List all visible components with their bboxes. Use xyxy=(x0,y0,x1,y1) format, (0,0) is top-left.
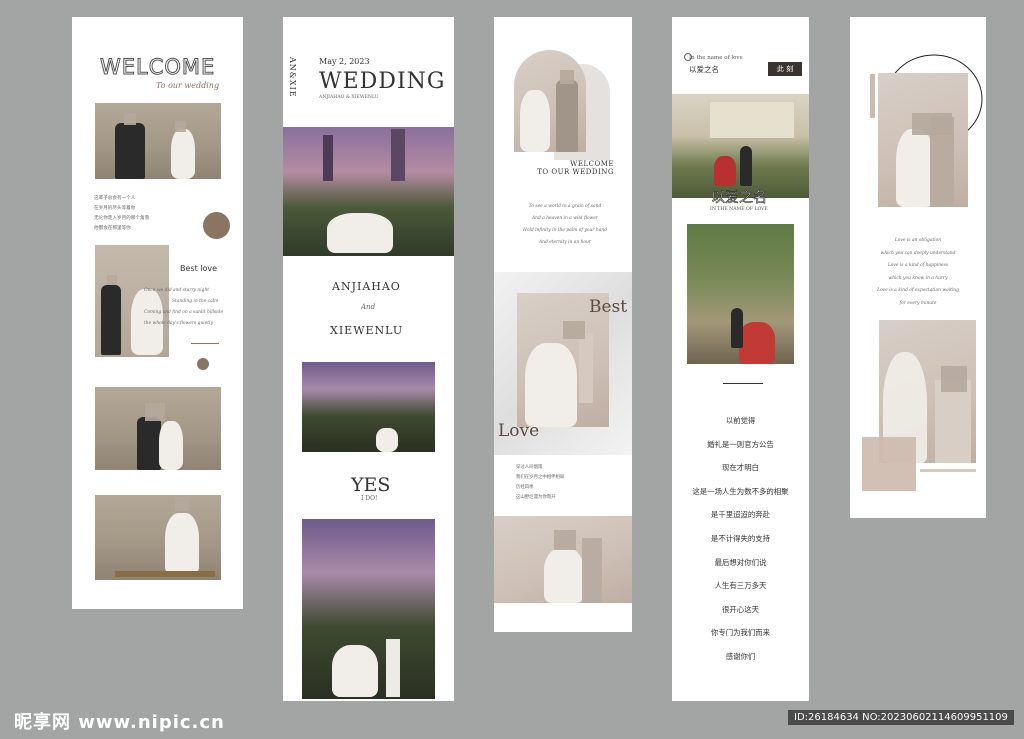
id-badge: ID:26184634 NO:20230602114609951109 xyxy=(788,710,1014,725)
photo-couple-bottom xyxy=(494,516,632,603)
poem-line: And eternity in an hour xyxy=(538,240,591,245)
panel-best-love: WELCOME TO OUR WEDDING To see a world in… xyxy=(494,17,632,632)
photo-bride-back xyxy=(95,495,221,580)
message-line: 婚礼是一则官方公告 xyxy=(707,439,774,449)
and-label: And xyxy=(361,303,376,311)
cn-text-block: 穿过人间烟雨 我们在岁月之中相伴相知 历经四季 这山野烂漫为你而开 xyxy=(516,463,564,503)
poem-line: which you know in a hurry xyxy=(888,275,948,281)
in-the-name-label: In the name of love xyxy=(689,55,743,61)
divider xyxy=(191,343,219,344)
stamp-label: 此 刻 xyxy=(768,62,802,76)
decor-circle-small xyxy=(197,358,209,370)
poem-line: for every minute xyxy=(899,300,937,306)
cn-line: 穿过人间烟雨 xyxy=(516,465,543,470)
best-love-label: Best love xyxy=(180,264,218,273)
poem-line: which you can deeply understand xyxy=(880,250,956,256)
ido-label: I DO! xyxy=(361,495,378,502)
cn-line: 我们在岁月之中相伴相知 xyxy=(516,475,565,480)
best-word: Best xyxy=(589,297,628,317)
message-block: 以前觉得 婚礼是一则官方公告 现在才明白 这是一场人生为数不多的相聚 是千里迢迢… xyxy=(672,409,809,669)
photo-couple-1 xyxy=(95,103,221,179)
photo-castle-2 xyxy=(302,362,435,452)
message-line: 以前觉得 xyxy=(725,416,756,425)
poem-line: Love is an obligation xyxy=(894,238,942,243)
poem-line: Love is a kind of happiness xyxy=(887,263,949,268)
message-line: 你专门为我们而来 xyxy=(710,628,771,638)
panel-welcome: WELCOME To our wedding 这辈子总会有一个人 在岁月的尽头等… xyxy=(72,17,243,609)
cn-line: 这山野烂漫为你而开 xyxy=(516,495,556,500)
poem-line: To see a world in a grain of sand xyxy=(528,204,602,209)
photo-bouquet xyxy=(878,73,968,207)
welcome-line: WELCOME xyxy=(570,160,614,168)
message-line: 很开心这天 xyxy=(722,604,759,614)
poem-line: And a heaven in a wild flower xyxy=(531,216,598,221)
welcome-title: WELCOME xyxy=(99,55,216,80)
poem-block: Once we did and starry night Standing in… xyxy=(144,285,223,329)
message-line: 现在才明白 xyxy=(722,463,759,473)
decor-circle-large xyxy=(203,212,230,239)
poem-line: the whole day's flowers quietly xyxy=(144,321,213,326)
cn-name-small: 以爱之名 xyxy=(689,65,719,74)
message-line: 感谢你们 xyxy=(725,651,756,661)
yes-title: YES xyxy=(351,474,391,496)
cn-line: 在岁月的尽头等着你 xyxy=(94,206,136,211)
welcome-line: TO OUR WEDDING xyxy=(537,168,614,176)
poem-block: To see a world in a grain of sand And a … xyxy=(522,201,608,249)
name-one: ANJIAHAO xyxy=(332,280,401,293)
cn-text-block: 这辈子总会有一个人 在岁月的尽头等着你 无论你走入岁月的哪个角落 他都会在那里等… xyxy=(94,194,149,234)
photo-arch xyxy=(514,50,586,152)
wedding-title: WEDDING xyxy=(319,69,446,94)
names-small: ANJIAHAO & XIEWENLU xyxy=(319,95,379,100)
message-line: 是不计得失的支持 xyxy=(710,533,771,543)
photo-castle-3 xyxy=(302,519,435,699)
divider xyxy=(723,383,763,384)
wedding-date: May 2, 2023 xyxy=(319,57,370,66)
cn-line: 这辈子总会有一个人 xyxy=(94,196,136,201)
poem-line: Hold infinity in the palm of your hand xyxy=(523,228,607,233)
poem-block: Love is an obligation which you can deep… xyxy=(868,235,968,310)
panel-wedding: AN&XIE May 2, 2023 WEDDING ANJIAHAO & XI… xyxy=(283,17,454,701)
vertical-names: AN&XIE xyxy=(288,57,297,98)
cn-line: 他都会在那里等你 xyxy=(94,226,131,231)
love-word: Love xyxy=(498,421,540,441)
photo-castle-1 xyxy=(283,127,454,256)
panel-in-the-name: In the name of love 以爱之名 此 刻 以爱之名 IN THE… xyxy=(672,17,809,701)
message-line: 这是一场人生为数不多的相聚 xyxy=(692,486,789,496)
message-line: 是千里迢迢的奔赴 xyxy=(710,510,771,520)
decor-bar xyxy=(870,74,875,118)
big-title: 以爱之名 xyxy=(711,190,768,207)
poem-line: Standing in the calm xyxy=(172,299,219,304)
welcome-block: WELCOME TO OUR WEDDING xyxy=(528,160,614,176)
photo-couple-3 xyxy=(95,387,221,470)
decor-line xyxy=(920,469,976,472)
poem-line: Once we did and starry night xyxy=(144,288,210,293)
photo-villa xyxy=(672,94,809,198)
decor-block xyxy=(862,437,916,491)
message-line: 人生有三万多天 xyxy=(714,581,767,591)
poem-line: Coming and find on a sunlit hillside xyxy=(144,310,224,315)
panel-obligation: Love is an obligation which you can deep… xyxy=(850,17,986,518)
cn-line: 历经四季 xyxy=(516,485,534,490)
name-two: XIEWENLU xyxy=(330,324,404,337)
cn-line: 无论你走入岁月的哪个角落 xyxy=(94,216,150,221)
photo-garden xyxy=(687,224,794,364)
big-subtitle: IN THE NAME OF LOVE xyxy=(710,207,768,212)
message-line: 最后想对你们说 xyxy=(714,557,767,567)
nipic-logo: 昵享网 www.nipic.cn xyxy=(14,712,225,733)
welcome-subtitle: To our wedding xyxy=(156,81,220,90)
poem-line: Love is a kind of expectation waiting xyxy=(877,288,959,293)
